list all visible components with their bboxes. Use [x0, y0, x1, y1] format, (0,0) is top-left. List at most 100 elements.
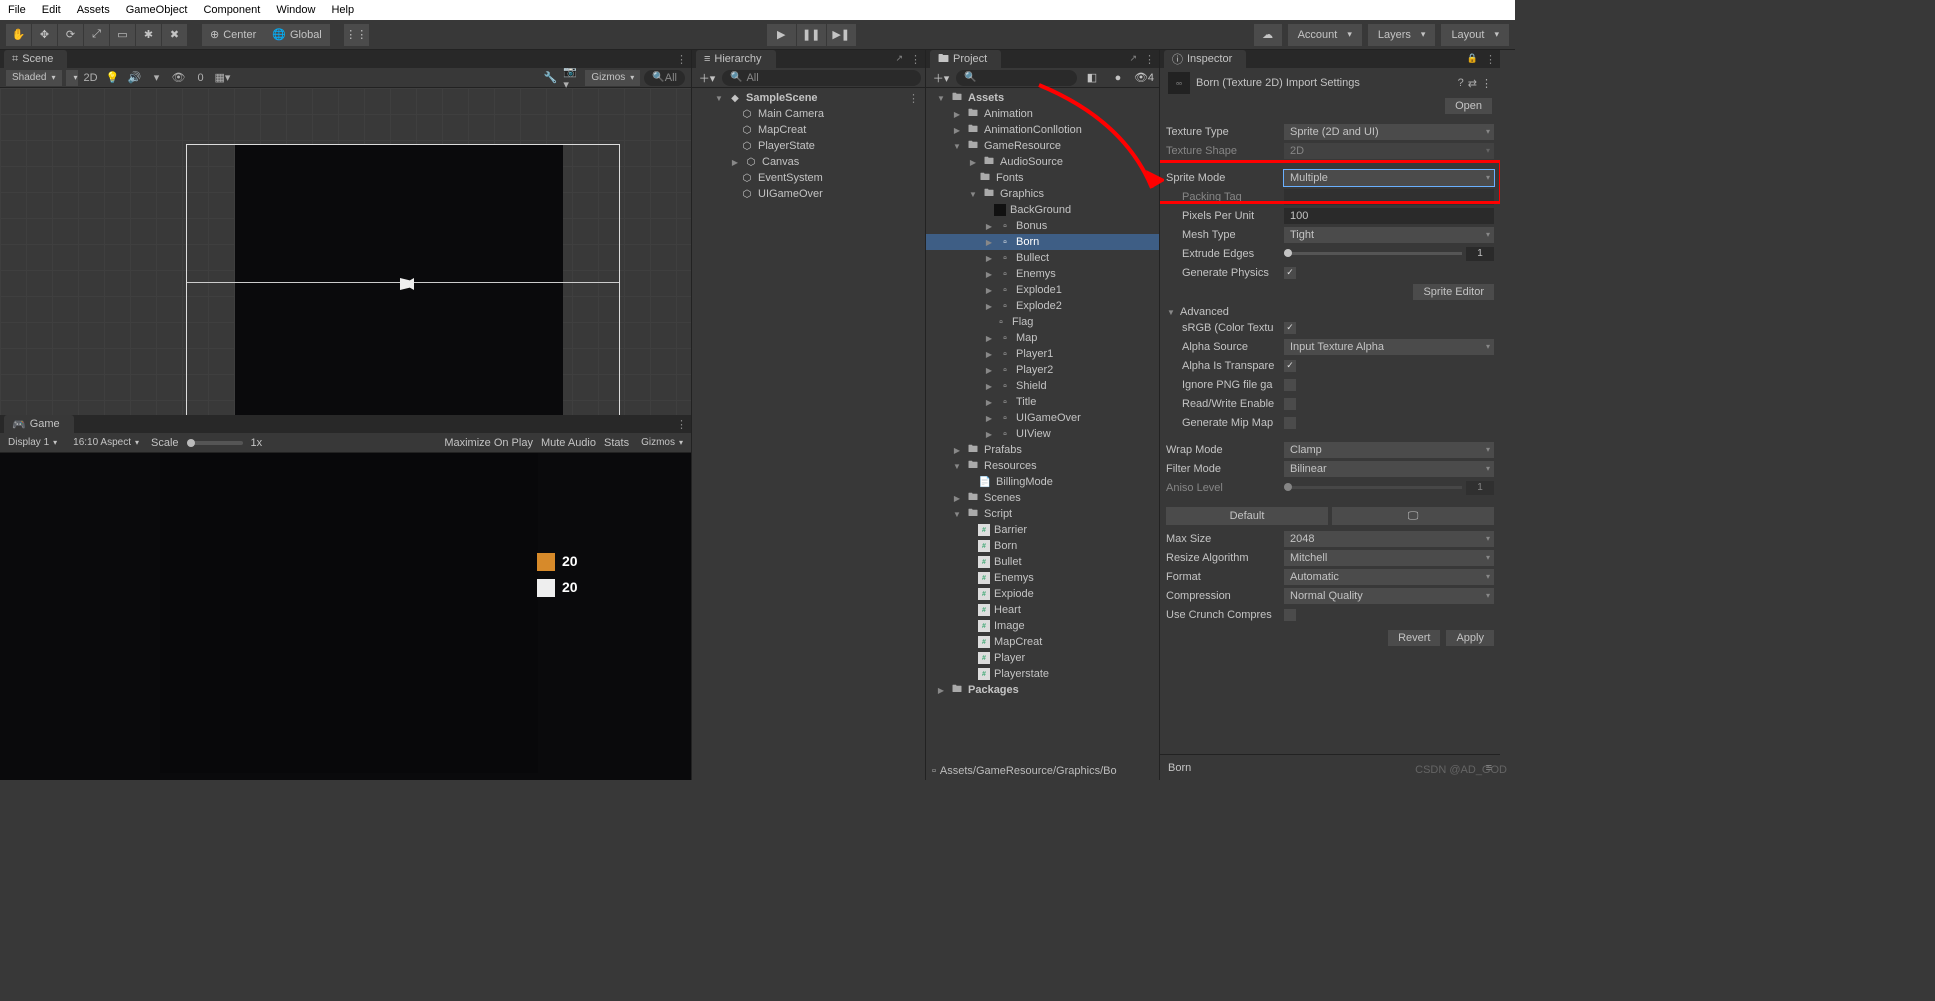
stats-toggle[interactable]: Stats [604, 437, 629, 449]
hidden-icon[interactable]: 👁 [170, 70, 188, 86]
cloud-icon[interactable]: ☁ [1254, 24, 1282, 46]
resize-select[interactable]: Mitchell [1284, 550, 1494, 566]
folder-item[interactable]: ▶🖿AnimationConllotion [926, 122, 1159, 138]
assets-root[interactable]: ▼🖿Assets [926, 90, 1159, 106]
script-item[interactable]: #Expiode [926, 586, 1159, 602]
grid-icon[interactable]: ▦▾ [214, 70, 232, 86]
game-gizmos-dropdown[interactable]: Gizmos [637, 437, 687, 448]
script-item[interactable]: #MapCreat [926, 634, 1159, 650]
audio-icon[interactable]: 🔊 [126, 70, 144, 86]
filter-label-icon[interactable]: ● [1107, 70, 1129, 86]
packing-tag-input[interactable] [1284, 189, 1494, 205]
help-icon[interactable]: ? [1458, 77, 1464, 90]
preset-icon[interactable]: ⇄ [1468, 77, 1477, 90]
srgb-check[interactable]: ✓ [1284, 322, 1296, 334]
game-viewport[interactable]: 20 20 [0, 453, 691, 780]
pause-button[interactable]: ❚❚ [797, 24, 827, 46]
gizmos-dropdown[interactable]: Gizmos [585, 70, 640, 86]
rotate-tool-icon[interactable]: ⟳ [58, 24, 84, 46]
asset-item[interactable]: ▶▫Player1 [926, 346, 1159, 362]
script-item[interactable]: #Heart [926, 602, 1159, 618]
scene-root[interactable]: ▼◆SampleScene⋮ [692, 90, 925, 106]
alpha-src-select[interactable]: Input Texture Alpha [1284, 339, 1494, 355]
crunch-check[interactable] [1284, 609, 1296, 621]
wrap-select[interactable]: Clamp [1284, 442, 1494, 458]
asset-item[interactable]: ▶▫Enemys [926, 266, 1159, 282]
extrude-value[interactable]: 1 [1466, 247, 1494, 261]
move-tool-icon[interactable]: ✥ [32, 24, 58, 46]
pivot-toggle[interactable]: ⊕Center [202, 24, 264, 46]
more-icon[interactable]: ⋮ [1481, 77, 1492, 90]
asset-item[interactable]: ▶▫Shield [926, 378, 1159, 394]
hierarchy-item[interactable]: ⬡PlayerState [692, 138, 925, 154]
asset-item[interactable]: ▶▫Title [926, 394, 1159, 410]
asset-item[interactable]: ▶▫Bullect [926, 250, 1159, 266]
mipmap-check[interactable] [1284, 417, 1296, 429]
hand-tool-icon[interactable]: ✋ [6, 24, 32, 46]
space-toggle[interactable]: 🌐Global [264, 24, 330, 46]
tab-inspector[interactable]: ⓘInspector [1164, 50, 1246, 68]
display-dropdown[interactable]: Display 1 [4, 437, 61, 448]
inspector-lock-icon[interactable]: 🔒 [1467, 53, 1478, 64]
tab-project[interactable]: 🖿Project [930, 50, 1001, 68]
alpha-trans-check[interactable]: ✓ [1284, 360, 1296, 372]
project-add-icon[interactable]: ＋▾ [930, 70, 952, 86]
script-item[interactable]: #Born [926, 538, 1159, 554]
folder-item[interactable]: ▼🖿GameResource [926, 138, 1159, 154]
asset-item[interactable]: ▶▫Explode1 [926, 282, 1159, 298]
hierarchy-item[interactable]: ⬡EventSystem [692, 170, 925, 186]
texture-type-select[interactable]: Sprite (2D and UI) [1284, 124, 1494, 140]
inspector-menu-icon[interactable]: ⋮ [1485, 53, 1496, 66]
lighting-icon[interactable]: 💡 [104, 70, 122, 86]
ppu-input[interactable]: 100 [1284, 208, 1494, 224]
folder-item[interactable]: ▼🖿Resources [926, 458, 1159, 474]
menu-assets[interactable]: Assets [77, 4, 110, 16]
scale-tool-icon[interactable]: ⤢ [84, 24, 110, 46]
layers-dropdown[interactable]: Layers [1368, 24, 1436, 46]
filter-select[interactable]: Bilinear [1284, 461, 1494, 477]
menu-window[interactable]: Window [276, 4, 315, 16]
asset-item[interactable]: 📄BillingMode [926, 474, 1159, 490]
script-item[interactable]: #Player [926, 650, 1159, 666]
menu-file[interactable]: File [8, 4, 26, 16]
aspect-dropdown[interactable]: 16:10 Aspect [69, 437, 143, 448]
hierarchy-add-icon[interactable]: ＋▾ [696, 70, 718, 86]
script-item[interactable]: #Playerstate [926, 666, 1159, 682]
folder-item[interactable]: ▶🖿Animation [926, 106, 1159, 122]
camera-icon[interactable]: 📷▾ [563, 70, 581, 86]
mesh-type-select[interactable]: Tight [1284, 227, 1494, 243]
asset-item[interactable]: ▶▫UIGameOver [926, 410, 1159, 426]
game-tab-menu-icon[interactable]: ⋮ [676, 418, 687, 431]
scene-tab-menu-icon[interactable]: ⋮ [676, 53, 687, 66]
hierarchy-item[interactable]: ▶⬡Canvas [692, 154, 925, 170]
maxsize-select[interactable]: 2048 [1284, 531, 1494, 547]
advanced-label[interactable]: Advanced [1180, 306, 1229, 318]
script-item[interactable]: #Enemys [926, 570, 1159, 586]
script-item[interactable]: #Image [926, 618, 1159, 634]
sprite-editor-button[interactable]: Sprite Editor [1413, 284, 1494, 300]
script-item[interactable]: #Barrier [926, 522, 1159, 538]
menu-help[interactable]: Help [331, 4, 354, 16]
format-select[interactable]: Automatic [1284, 569, 1494, 585]
folder-item[interactable]: ▶🖿Prafabs [926, 442, 1159, 458]
tab-scene[interactable]: ⌗Scene [4, 50, 67, 68]
folder-item[interactable]: 🖿Fonts [926, 170, 1159, 186]
hierarchy-item[interactable]: ⬡Main Camera [692, 106, 925, 122]
menu-gameobject[interactable]: GameObject [126, 4, 188, 16]
filter-type-icon[interactable]: ◧ [1081, 70, 1103, 86]
asset-item[interactable]: BackGround [926, 202, 1159, 218]
snap-icon[interactable]: ⋮⋮ [344, 24, 370, 46]
gen-physics-check[interactable]: ✓ [1284, 267, 1296, 279]
script-item[interactable]: #Bullet [926, 554, 1159, 570]
tools-icon[interactable]: 🔧 [541, 70, 559, 86]
readwrite-check[interactable] [1284, 398, 1296, 410]
asset-item[interactable]: ▶▫Bonus [926, 218, 1159, 234]
ignore-png-check[interactable] [1284, 379, 1296, 391]
project-pop-icon[interactable]: ↗ [1129, 53, 1137, 64]
shaded-dropdown[interactable]: Shaded [6, 70, 62, 86]
project-menu-icon[interactable]: ⋮ [1144, 53, 1155, 66]
folder-item[interactable]: ▶🖿AudioSource [926, 154, 1159, 170]
revert-button[interactable]: Revert [1388, 630, 1440, 646]
fx-icon[interactable]: ▾ [148, 70, 166, 86]
menu-component[interactable]: Component [203, 4, 260, 16]
